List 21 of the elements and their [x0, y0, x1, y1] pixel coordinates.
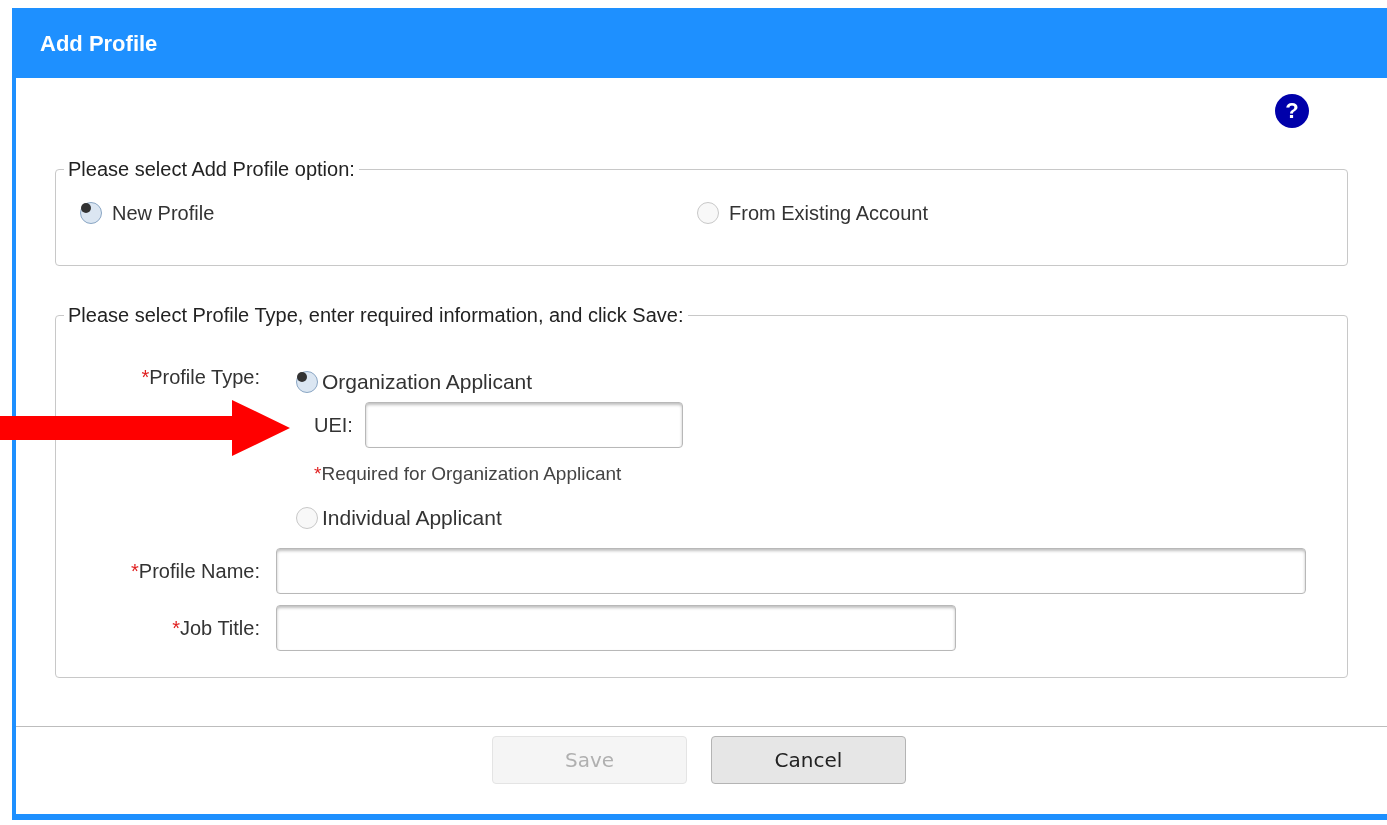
dialog-title: Add Profile	[40, 29, 158, 58]
radio-button[interactable]	[296, 370, 318, 393]
group-legend: Please select Add Profile option:	[64, 154, 359, 184]
option-label: From Existing Account	[729, 201, 928, 226]
field-label: *Profile Name:	[131, 558, 260, 584]
required-note: *Required for Organization Applicant	[314, 461, 623, 486]
radio-button[interactable]	[296, 506, 318, 529]
option-label: Individual Applicant	[322, 505, 502, 531]
field-label: UEI:	[314, 412, 353, 438]
radio-button[interactable]	[697, 202, 719, 224]
text-field[interactable]	[276, 604, 956, 651]
uei-field[interactable]	[364, 401, 683, 448]
dialog-button[interactable]: Cancel	[711, 736, 906, 784]
field-label: *Profile Type:	[141, 365, 260, 390]
option-label: Organization Applicant	[322, 369, 533, 395]
help-button[interactable]: ?	[1275, 94, 1309, 128]
option-label: New Profile	[112, 201, 215, 226]
text-field[interactable]	[276, 547, 1306, 594]
radio-button[interactable]	[80, 202, 102, 224]
group-legend: Please select Profile Type, enter required information, and click Save:	[64, 300, 688, 330]
field-label: *Job Title:	[172, 615, 260, 641]
